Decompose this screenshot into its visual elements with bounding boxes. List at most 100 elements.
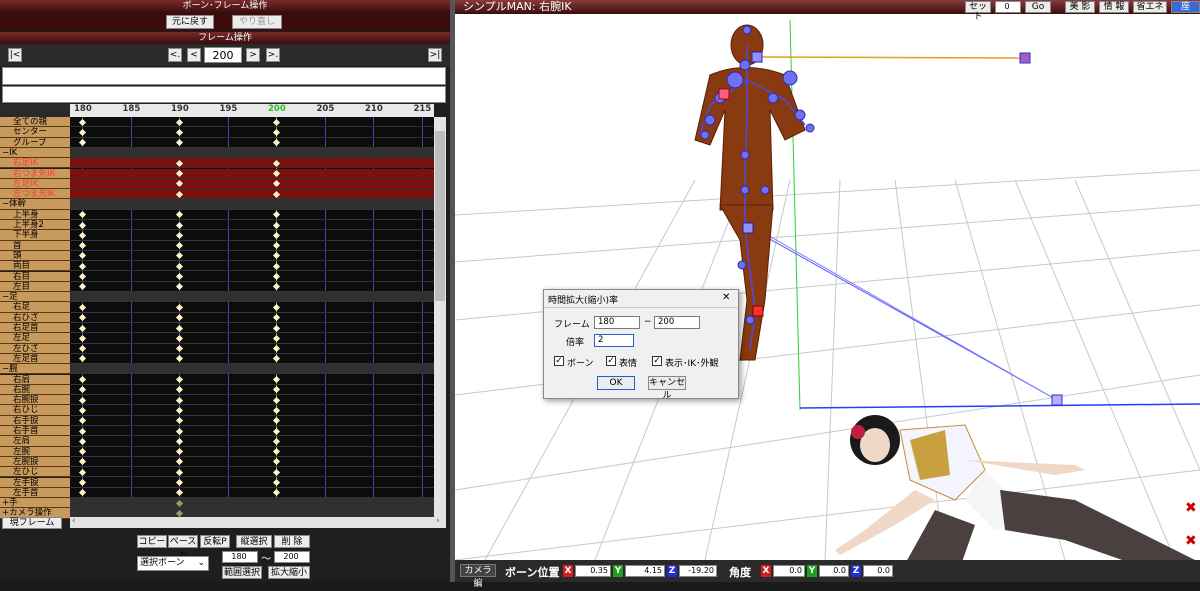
- set-frame-input[interactable]: 0: [995, 1, 1021, 13]
- keyframe-row[interactable]: [70, 436, 434, 447]
- keyframe-row[interactable]: [70, 158, 434, 169]
- bone-row-label[interactable]: −腕: [0, 364, 70, 375]
- keyframe-row[interactable]: [70, 447, 434, 457]
- bone-row-label[interactable]: 右足IK: [0, 158, 70, 169]
- bone-row-label[interactable]: 右ひじ: [0, 405, 70, 416]
- keyframe-row[interactable]: [70, 364, 434, 375]
- frame-to-input[interactable]: 200: [654, 316, 700, 329]
- vertical-scrollbar[interactable]: [434, 117, 446, 517]
- bone-row-label[interactable]: 全ての親: [0, 117, 70, 128]
- keyframe-row[interactable]: [70, 147, 434, 159]
- bone-row-label[interactable]: 頭: [0, 250, 70, 262]
- display-checkbox[interactable]: ✓: [652, 356, 662, 366]
- rate-input[interactable]: 2: [594, 334, 634, 347]
- eco-button[interactable]: 省エネ: [1133, 1, 1167, 13]
- keyframe-row[interactable]: [70, 344, 434, 354]
- keyframe-row[interactable]: [70, 220, 434, 231]
- bone-row-label[interactable]: 左手首: [0, 487, 70, 499]
- keyframe-row[interactable]: [70, 292, 434, 303]
- keyframe-row[interactable]: [70, 467, 434, 478]
- keyframe-row[interactable]: [70, 354, 434, 365]
- scroll-right-icon[interactable]: ›: [436, 516, 440, 526]
- keyframe-row[interactable]: [70, 508, 434, 517]
- keyframe-row[interactable]: [70, 416, 434, 426]
- bone-row-label[interactable]: 右目: [0, 271, 70, 282]
- keyframe-row[interactable]: [70, 117, 434, 128]
- bone-row-label[interactable]: −IK: [0, 147, 70, 159]
- scale-button[interactable]: 拡大縮小: [268, 566, 310, 579]
- scroll-left-icon[interactable]: ‹: [72, 516, 76, 526]
- bone-select-dropdown[interactable]: 選択ボーン ⌄: [137, 556, 209, 571]
- bone-row-label[interactable]: 左足IK: [0, 178, 70, 190]
- vertical-select-button[interactable]: 縦選択: [236, 535, 272, 548]
- pos-z-input[interactable]: -19.20: [679, 565, 717, 577]
- bone-row-label[interactable]: 左ひじ: [0, 467, 70, 478]
- keyframe-row[interactable]: [70, 313, 434, 323]
- bone-row-label[interactable]: 上半身2: [0, 220, 70, 231]
- info-button[interactable]: 情 報: [1099, 1, 1129, 13]
- keyframe-row[interactable]: [70, 272, 434, 282]
- go-button[interactable]: Go: [1025, 1, 1051, 13]
- bone-row-label[interactable]: +手: [0, 498, 70, 509]
- keyframe-row[interactable]: [70, 478, 434, 488]
- keyframe-grid[interactable]: [70, 117, 434, 517]
- keyframe-row[interactable]: [70, 457, 434, 468]
- morph-field-2[interactable]: [2, 86, 446, 103]
- bone-row-label[interactable]: −体幹: [0, 199, 70, 210]
- keyframe-row[interactable]: [70, 138, 434, 148]
- camera-edit-button[interactable]: カメラ編: [460, 564, 496, 589]
- bone-row-label[interactable]: 右足: [0, 302, 70, 313]
- undo-button[interactable]: 元に戻す: [166, 15, 214, 29]
- bone-row-label[interactable]: 下半身: [0, 230, 70, 241]
- bone-row-label[interactable]: 右足首: [0, 323, 70, 334]
- bone-row-label[interactable]: 右手首: [0, 426, 70, 437]
- keyframe-row[interactable]: [70, 199, 434, 210]
- bone-row-label[interactable]: 左足首: [0, 353, 70, 365]
- set-button[interactable]: セット: [965, 1, 991, 22]
- bone-row-label[interactable]: 右ひざ: [0, 312, 70, 323]
- keyframe-row[interactable]: [70, 323, 434, 334]
- delete-button[interactable]: 削 除: [274, 535, 310, 548]
- prev-key-button[interactable]: <.: [168, 48, 182, 62]
- horizontal-scrollbar[interactable]: ‹ ›: [70, 516, 446, 528]
- keyframe-row[interactable]: [70, 405, 434, 416]
- face-checkbox[interactable]: ✓: [606, 356, 616, 366]
- bone-row-label[interactable]: 左腕: [0, 446, 70, 457]
- pos-y-input[interactable]: 4.15: [625, 565, 665, 577]
- ang-y-input[interactable]: 0.0: [819, 565, 849, 577]
- keyframe-row[interactable]: [70, 241, 434, 251]
- bone-row-label[interactable]: 左手捩: [0, 477, 70, 488]
- keyframe-row[interactable]: [70, 168, 434, 179]
- bone-row-label[interactable]: 首: [0, 240, 70, 251]
- pos-x-input[interactable]: 0.35: [575, 565, 611, 577]
- first-frame-button[interactable]: |<: [8, 48, 22, 62]
- bone-row-label[interactable]: グルーブ: [0, 137, 70, 148]
- beauty-button[interactable]: 美 影: [1065, 1, 1095, 13]
- keyframe-row[interactable]: [70, 230, 434, 241]
- keyframe-row[interactable]: [70, 178, 434, 190]
- range-select-button[interactable]: 範囲選択: [222, 566, 262, 579]
- keyframe-row[interactable]: [70, 488, 434, 499]
- bone-row-label[interactable]: 右腕: [0, 384, 70, 396]
- coord-button[interactable]: 座: [1171, 1, 1200, 13]
- next-key-button[interactable]: >.: [266, 48, 280, 62]
- keyframe-row[interactable]: [70, 395, 434, 406]
- current-frame-button[interactable]: 現フレーム: [2, 517, 62, 529]
- bone-row-label[interactable]: 両目: [0, 261, 70, 272]
- keyframe-row[interactable]: [70, 189, 434, 200]
- bone-row-label[interactable]: 左腕捩: [0, 456, 70, 468]
- bone-row-label[interactable]: 左肩: [0, 436, 70, 447]
- bone-row-label[interactable]: 左ひざ: [0, 343, 70, 354]
- range-from-input[interactable]: 180: [222, 551, 258, 563]
- bone-checkbox[interactable]: ✓: [554, 356, 564, 366]
- ang-x-input[interactable]: 0.0: [773, 565, 805, 577]
- prev-frame-button[interactable]: <: [187, 48, 201, 62]
- keyframe-row[interactable]: [70, 426, 434, 437]
- keyframe-row[interactable]: [70, 251, 434, 262]
- bone-row-label[interactable]: 左目: [0, 281, 70, 293]
- bone-row-label[interactable]: 右手捩: [0, 415, 70, 426]
- invert-paste-button[interactable]: 反転P: [200, 535, 230, 548]
- keyframe-row[interactable]: [70, 302, 434, 313]
- bone-row-label[interactable]: 右つま先IK: [0, 168, 70, 179]
- bone-row-label[interactable]: センター: [0, 127, 70, 138]
